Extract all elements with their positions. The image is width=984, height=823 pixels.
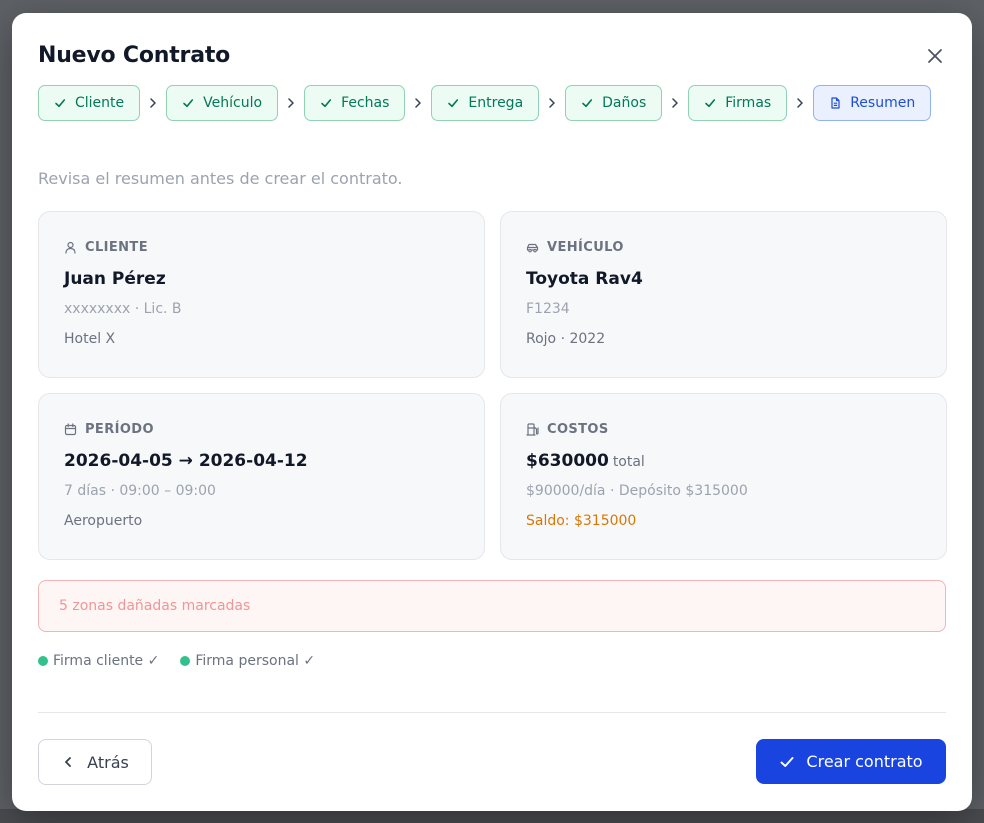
card-label: CLIENTE: [85, 239, 148, 255]
chevron-right-icon: [662, 98, 688, 108]
check-icon: [54, 97, 66, 109]
back-button[interactable]: Atrás: [38, 739, 152, 785]
step-resumen[interactable]: Resumen: [813, 85, 932, 121]
create-contract-button[interactable]: Crear contrato: [756, 739, 946, 784]
backdrop: [0, 809, 984, 823]
close-icon: [928, 49, 942, 63]
chevron-right-icon: [405, 98, 431, 108]
signature-client: Firma cliente ✓: [38, 653, 159, 669]
summary-subtitle: Revisa el resumen antes de crear el cont…: [38, 169, 403, 188]
step-firmas[interactable]: Firmas: [688, 85, 788, 121]
modal-title: Nuevo Contrato: [38, 43, 231, 68]
signature-label: Firma cliente ✓: [53, 653, 160, 669]
period-card: PERÍODO 2026-04-05 → 2026-04-12 7 días ·…: [38, 393, 485, 560]
check-icon: [581, 97, 593, 109]
step-label: Fechas: [341, 95, 390, 111]
costs-card-header: COSTOS: [526, 420, 921, 438]
chevron-right-icon: [539, 98, 565, 108]
card-label: COSTOS: [547, 421, 609, 437]
step-vehiculo[interactable]: Vehículo: [166, 85, 279, 121]
step-label: Firmas: [725, 95, 772, 111]
period-card-header: PERÍODO: [64, 420, 459, 438]
period-duration: 7 días · 09:00 – 09:00: [64, 483, 216, 499]
client-details: xxxxxxxx · Lic. B: [64, 301, 182, 317]
step-label: Daños: [602, 95, 647, 111]
client-card: CLIENTE Juan Pérez xxxxxxxx · Lic. B Hot…: [38, 211, 485, 378]
status-dot: [38, 656, 48, 666]
document-icon: [829, 97, 841, 109]
check-icon: [182, 97, 194, 109]
vehicle-model: Toyota Rav4: [526, 269, 643, 289]
client-name: Juan Pérez: [64, 269, 166, 289]
status-dot: [180, 656, 191, 666]
period-range: 2026-04-05 → 2026-04-12: [64, 451, 308, 471]
create-label: Crear contrato: [806, 752, 923, 771]
step-label: Entrega: [468, 95, 524, 111]
check-icon: [320, 97, 332, 109]
damage-zones-banner: 5 zonas dañadas marcadas: [38, 580, 946, 632]
close-button[interactable]: [924, 45, 946, 67]
stepper: Cliente Vehículo Fechas Entrega Daños Fi…: [38, 85, 948, 121]
total-suffix: total: [612, 454, 645, 470]
chevron-right-icon: [787, 98, 813, 108]
total-amount: $630000: [526, 451, 609, 471]
check-icon: [779, 754, 795, 770]
step-label: Cliente: [75, 95, 125, 111]
check-icon: [447, 97, 459, 109]
vehicle-card-header: VEHÍCULO: [526, 238, 921, 256]
vehicle-card: VEHÍCULO Toyota Rav4 F1234 Rojo · 2022: [500, 211, 947, 378]
signatures-status: Firma cliente ✓ Firma personal ✓: [38, 653, 336, 669]
step-danos[interactable]: Daños: [565, 85, 663, 121]
chevron-left-icon: [61, 755, 75, 769]
card-label: VEHÍCULO: [547, 239, 624, 255]
period-location: Aeropuerto: [64, 513, 143, 529]
step-label: Vehículo: [203, 95, 263, 111]
signature-label: Firma personal ✓: [195, 653, 316, 669]
calendar-icon: [64, 422, 77, 436]
chevron-right-icon: [140, 98, 166, 108]
costs-card: COSTOS $630000 total $90000/día · Depósit…: [500, 393, 947, 560]
step-cliente[interactable]: Cliente: [38, 85, 141, 121]
chevron-right-icon: [278, 98, 304, 108]
check-icon: [704, 97, 716, 109]
step-entrega[interactable]: Entrega: [431, 85, 540, 121]
footer-divider: [38, 712, 946, 713]
costs-breakdown: $90000/día · Depósito $315000: [526, 483, 748, 499]
car-icon: [526, 241, 539, 254]
client-hotel: Hotel X: [64, 331, 116, 347]
back-label: Atrás: [87, 752, 129, 772]
vehicle-color-year: Rojo · 2022: [526, 331, 606, 347]
card-label: PERÍODO: [85, 421, 154, 437]
signature-staff: Firma personal ✓: [180, 653, 315, 669]
fuel-icon: [526, 422, 539, 436]
step-fechas[interactable]: Fechas: [304, 85, 406, 121]
client-card-header: CLIENTE: [64, 238, 459, 256]
new-contract-modal: Nuevo Contrato Cliente Vehículo Fechas E…: [12, 13, 972, 811]
user-icon: [64, 241, 77, 254]
vehicle-plate: F1234: [526, 301, 570, 317]
step-label: Resumen: [850, 95, 916, 111]
costs-total: $630000 total: [526, 451, 921, 473]
costs-balance: Saldo: $315000: [526, 513, 637, 529]
